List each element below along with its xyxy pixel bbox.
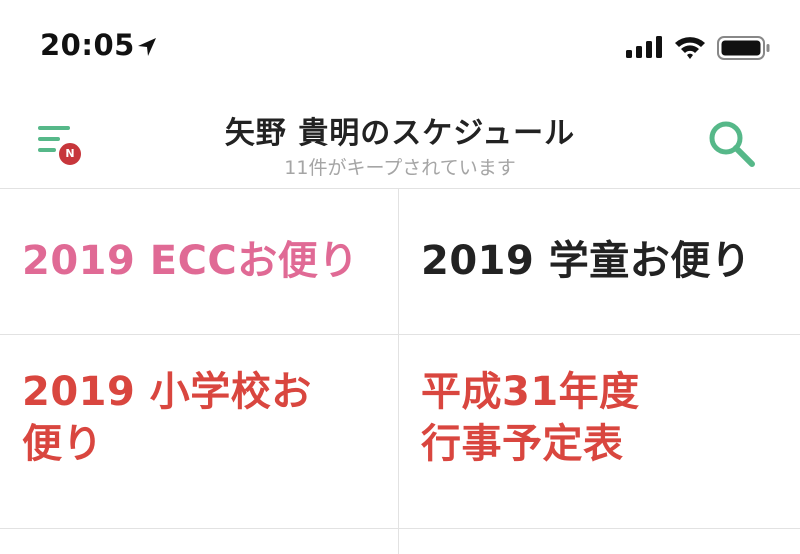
note-title: 2019 ECCお便り (22, 235, 398, 287)
battery-icon (717, 36, 770, 60)
notes-grid: 2019 ECCお便り 2019 学童お便り 2019 小学校お 便り 平成31… (0, 188, 800, 554)
page-title: 矢野 貴明のスケジュール (224, 116, 576, 151)
note-card[interactable]: 平成31年度 行事予定表 (399, 335, 800, 528)
note-title-line: 便り (22, 421, 103, 467)
note-title: 2019 学童お便り (421, 235, 800, 287)
page-subtitle: 11件がキープされています (284, 157, 516, 179)
search-icon[interactable] (706, 118, 760, 168)
note-title-line: 平成31年度 (421, 369, 640, 415)
cellular-signal-icon (626, 36, 662, 58)
status-bar: 20:05 (0, 0, 800, 98)
status-time: 20:05 (40, 28, 135, 62)
note-title: 2019 小学校お 便り (22, 366, 398, 470)
notification-badge: N (58, 142, 82, 166)
note-card[interactable]: 2019 ECCお便り (0, 189, 398, 334)
note-title-line: 2019 小学校お (22, 369, 312, 415)
location-arrow-icon (138, 38, 156, 56)
nav-bar: N 矢野 貴明のスケジュール 11件がキープされています (0, 98, 800, 188)
note-title-line: 行事予定表 (421, 421, 624, 467)
wifi-icon (675, 37, 705, 59)
note-title-line: 2019 ECCお便り (22, 238, 359, 284)
note-card[interactable]: 2019 学童お便り (399, 189, 800, 334)
note-title: 平成31年度 行事予定表 (421, 366, 800, 470)
menu-button[interactable]: N (32, 120, 90, 166)
note-card[interactable]: 2019 小学校お 便り (0, 335, 398, 528)
grid-divider-horizontal (0, 528, 800, 529)
note-title-line: 2019 学童お便り (421, 238, 752, 284)
